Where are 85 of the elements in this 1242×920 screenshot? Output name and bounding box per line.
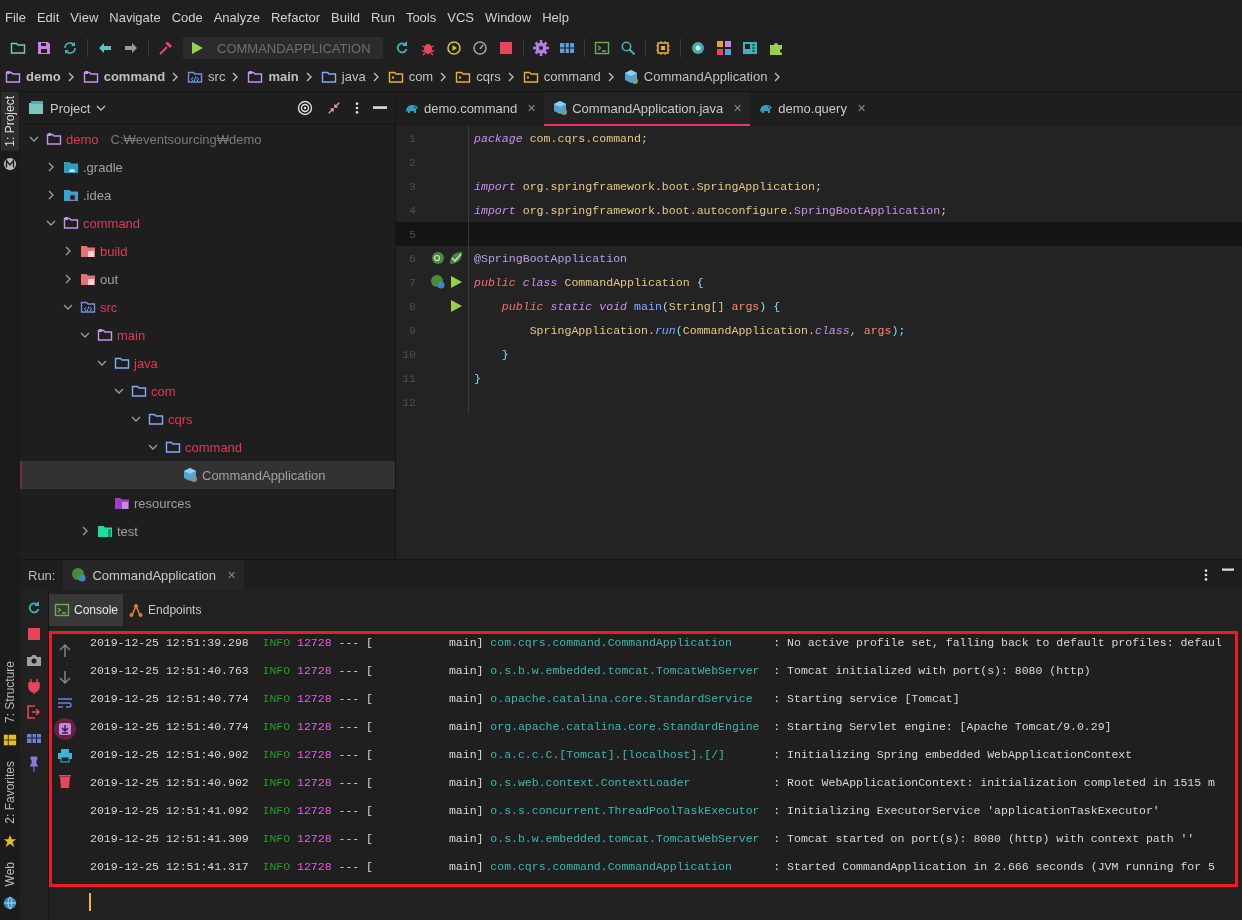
menu-item[interactable]: VCS	[442, 9, 480, 25]
console-tab[interactable]: Endpoints	[123, 594, 207, 627]
tree-item[interactable]: CommandApplication	[20, 461, 395, 489]
log-line: 2019-12-25 12:51:41.317 INFO 12728 --- [ main] com.cqrs.command.CommandApplication : Started CommandApplication in 2.666 seconds (JVM running for 5	[90, 860, 1216, 876]
code-line: package com.cqrs.command;	[474, 130, 649, 147]
log-line: 2019-12-25 12:51:40.902 INFO 12728 --- [ main] o.a.c.c.C.[Tomcat].[localhost].[/] : Initializing Spring embedded WebApplicationContext	[90, 748, 1134, 764]
breadcrumb[interactable]: java	[320, 68, 366, 85]
tree-label: .gradle	[83, 159, 123, 175]
tree-label: command	[83, 215, 141, 231]
tree-item[interactable]: command	[20, 433, 395, 461]
breadcrumb[interactable]: command	[82, 68, 166, 85]
tool-window-tab[interactable]: 7: Structure	[1, 656, 19, 727]
tree-label: com	[151, 383, 176, 399]
tool-window-tab[interactable]: 2: Favorites	[1, 756, 19, 828]
log-line: 2019-12-25 12:51:40.763 INFO 12728 --- [ main] o.s.b.w.embedded.tomcat.TomcatWebServer : Tomcat initialized with port(s): 8080 (http)	[90, 664, 1092, 680]
close-icon[interactable]: ✕	[733, 101, 743, 115]
path-hint: C:₩eventsourcing₩demo	[110, 131, 262, 147]
tree-item[interactable]: cqrs	[20, 405, 395, 433]
tree-item[interactable]: com	[20, 377, 395, 405]
tree-label: java	[134, 355, 158, 371]
breadcrumb[interactable]: command	[522, 68, 601, 85]
code-line: }	[474, 370, 482, 387]
menu-item[interactable]: File	[0, 9, 32, 25]
tree-item[interactable]: java	[20, 349, 395, 377]
breadcrumb[interactable]: demo	[5, 68, 61, 85]
tree-label: test	[117, 523, 138, 539]
tree-item[interactable]: .idea	[20, 181, 395, 209]
tree-label: .idea	[83, 187, 112, 203]
tree-label: build	[100, 243, 128, 259]
panel-title[interactable]: Project	[50, 100, 91, 116]
log-line: 2019-12-25 12:51:39.298 INFO 12728 --- [ main] com.cqrs.command.CommandApplication : No active profile set, falling back to default profiles: defaul	[90, 636, 1223, 652]
tree-item[interactable]: .gradle	[20, 153, 395, 181]
breadcrumb[interactable]: com	[387, 68, 434, 85]
log-line: 2019-12-25 12:51:41.309 INFO 12728 --- [ main] o.s.b.w.embedded.tomcat.TomcatWebServer : Tomcat started on port(s): 8080 (http) with context path ''	[90, 832, 1196, 848]
tree-item[interactable]: src	[20, 293, 395, 321]
menu-item[interactable]: View	[65, 9, 105, 25]
log-line: 2019-12-25 12:51:41.092 INFO 12728 --- [ main] o.s.s.concurrent.ThreadPoolTaskExecutor : Initializing ExecutorService 'applicationTaskExecutor'	[90, 804, 1161, 820]
tree-label: demo	[66, 131, 99, 147]
tool-window-tab[interactable]: Web	[1, 857, 19, 890]
tree-label: resources	[134, 495, 192, 511]
menu-item[interactable]: Tools	[400, 9, 443, 25]
tree-item[interactable]: main	[20, 321, 395, 349]
code-line: SpringApplication.run(CommandApplication.class, args);	[528, 322, 907, 339]
tree-label: cqrs	[168, 411, 193, 427]
menu-item[interactable]: Analyze	[208, 9, 266, 25]
breadcrumb[interactable]: main	[247, 68, 299, 85]
tree-item[interactable]: demo C:₩eventsourcing₩demo	[20, 125, 395, 153]
code-line: public static void main(String[] args) {	[500, 298, 782, 315]
breadcrumb[interactable]: CommandApplication	[622, 68, 768, 85]
code-line: public class CommandApplication {	[474, 274, 705, 291]
close-icon[interactable]: ✕	[227, 568, 237, 582]
tree-label: src	[100, 299, 118, 315]
log-line: 2019-12-25 12:51:40.774 INFO 12728 --- [ main] o.apache.catalina.core.StandardService : Starting service [Tomcat]	[90, 692, 961, 708]
code-line: import org.springframework.boot.autoconfigure.SpringBootApplication;	[474, 202, 949, 219]
code-line: import org.springframework.boot.SpringApplication;	[474, 178, 823, 195]
tree-label: out	[100, 271, 119, 287]
menu-item[interactable]: Window	[479, 9, 538, 25]
menu-item[interactable]: Edit	[31, 9, 66, 25]
tree-item[interactable]: command	[20, 209, 395, 237]
code-line: }	[500, 346, 510, 363]
tree-item[interactable]: test	[20, 517, 395, 545]
tree-item[interactable]: resources	[20, 489, 395, 517]
tree-item[interactable]: out	[20, 265, 395, 293]
menu-item[interactable]: Run	[366, 9, 401, 25]
log-line: 2019-12-25 12:51:40.774 INFO 12728 --- [ main] org.apache.catalina.core.StandardEngine : Starting Servlet engine: [Apache Tomcat/9.0.29]	[90, 720, 1113, 736]
code-line: @SpringBootApplication	[474, 250, 629, 267]
close-icon[interactable]: ✕	[856, 101, 866, 115]
tool-window-tab[interactable]: 1: Project	[1, 92, 19, 151]
breadcrumb[interactable]: cqrs	[455, 68, 501, 85]
tree-label: command	[185, 439, 243, 455]
log-line: 2019-12-25 12:51:40.902 INFO 12728 --- [ main] o.s.web.context.ContextLoader : Root WebApplicationContext: initialization completed in 1515 m	[90, 776, 1216, 792]
tree-label: main	[117, 327, 146, 343]
menu-item[interactable]: Build	[326, 9, 366, 25]
run-label: Run:	[27, 567, 57, 583]
menu-item[interactable]: Help	[537, 9, 575, 25]
menu-item[interactable]: Code	[166, 9, 209, 25]
menu-item[interactable]: Refactor	[265, 9, 327, 25]
menu-item[interactable]: Navigate	[104, 9, 167, 25]
close-icon[interactable]: ✕	[527, 101, 537, 115]
tree-item[interactable]: build	[20, 237, 395, 265]
breadcrumb[interactable]: src	[187, 68, 226, 85]
editor-tab[interactable]: CommandApplication.java ✕	[544, 92, 751, 126]
tree-label: CommandApplication	[202, 467, 326, 483]
run-tab[interactable]: CommandApplication ✕	[63, 560, 245, 591]
console-tab[interactable]: Console	[49, 594, 124, 627]
